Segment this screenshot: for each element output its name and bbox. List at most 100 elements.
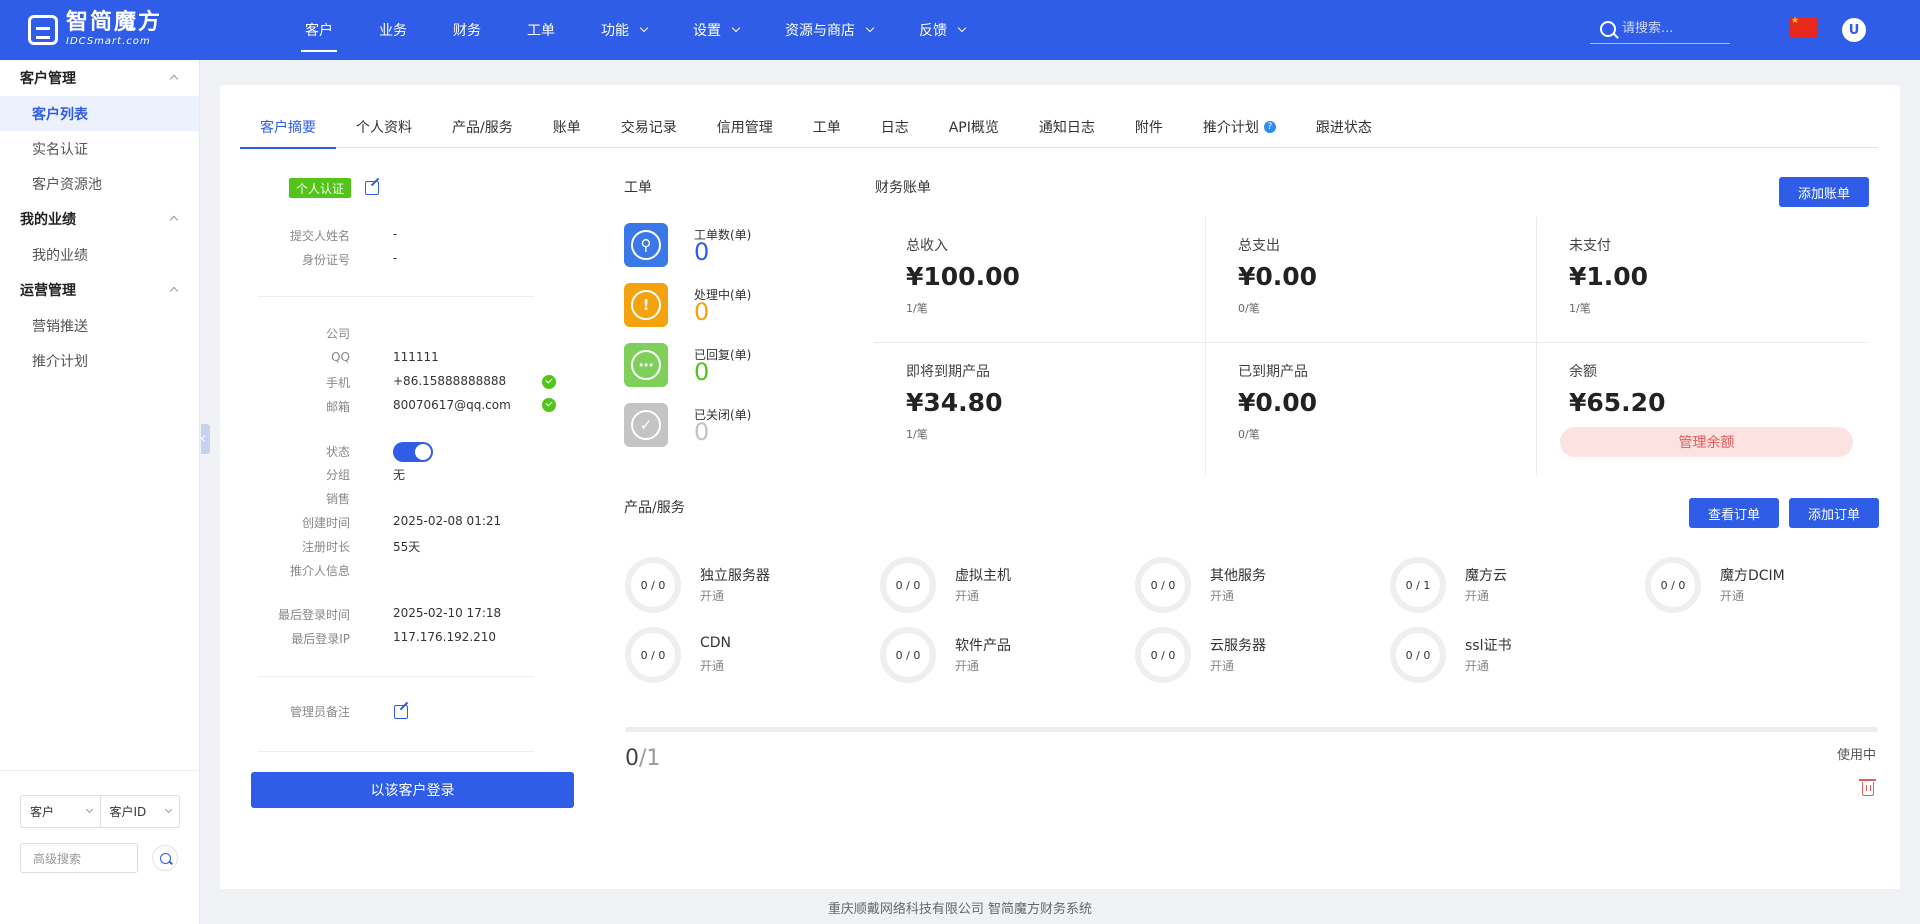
manage-balance-button[interactable]: 管理余额 [1560,427,1853,457]
sidebar-item-0-2[interactable]: 客户资源池 [0,166,199,201]
tab-6[interactable]: 工单 [793,105,861,148]
group-label: 分组 [325,468,350,482]
divider [1536,217,1537,475]
product-ratio-ring[interactable]: 0 / 0 [625,627,681,683]
chevron-down-icon [865,23,875,33]
user-avatar[interactable]: U [1842,18,1866,42]
tab-9[interactable]: 通知日志 [1019,105,1115,148]
finance-count: 1/笔 [1569,302,1591,315]
sidebar-group-1[interactable]: 我的业绩 [0,201,199,237]
logo[interactable]: 智简魔方 IDCSmart.com [28,12,162,47]
advanced-search-input[interactable]: 高级搜索 [20,843,138,873]
customer-summary-card: 客户摘要 个人资料 产品/服务 账单 交易记录 信用管理 工单 日志 API概览 通知日志 附件 推介… [220,85,1900,889]
tab-8[interactable]: API概览 [929,105,1019,148]
product-ratio-ring[interactable]: 0 / 0 [880,557,936,613]
tab-1[interactable]: 个人资料 [336,105,432,148]
tab-0[interactable]: 客户摘要 [240,105,336,149]
logo-text-en: IDCSmart.com [66,36,151,47]
ticket-stat-count[interactable]: 0 [694,418,709,446]
group-value: 无 [393,468,406,482]
product-status: 开通 [955,659,980,673]
chevron-down-icon [639,23,649,33]
add-bill-button[interactable]: 添加账单 [1779,177,1869,207]
nav-item-6[interactable]: 资源与商店 [785,0,875,60]
tab-10[interactable]: 附件 [1115,105,1183,148]
sidebar-group-2[interactable]: 运营管理 [0,272,199,308]
nav-item-4[interactable]: 功能 [601,0,649,60]
sidebar-item-0-1[interactable]: 实名认证 [0,131,199,166]
tickets-title: 工单 [624,180,652,196]
nav-item-2[interactable]: 财务 [453,0,481,60]
product-ratio-ring[interactable]: 0 / 0 [880,627,936,683]
divider [1205,217,1206,475]
search-field-select[interactable]: 客户ID [99,796,180,827]
created-label: 创建时间 [301,516,350,530]
login-as-customer-button[interactable]: 以该客户登录 [251,772,574,808]
nav-item-5[interactable]: 设置 [693,0,741,60]
tab-label: API概览 [948,119,999,136]
global-search[interactable] [1590,14,1730,44]
last-ip-value: 117.176.192.210 [393,630,497,644]
sidebar-item-0-0[interactable]: 客户列表 [0,96,199,131]
nav-item-7[interactable]: 反馈 [919,0,967,60]
ticket-stat-count[interactable]: 0 [694,298,709,326]
tab-7[interactable]: 日志 [861,105,929,148]
sidebar-collapse-handle[interactable] [201,424,210,454]
tab-3[interactable]: 账单 [533,105,601,148]
product-ratio-ring[interactable]: 0 / 0 [1645,557,1701,613]
phone-value: +86.15888888888 [393,374,507,388]
sidebar-item-2-0[interactable]: 营销推送 [0,308,199,343]
created-value: 2025-02-08 01:21 [393,514,502,528]
qq-label: QQ [331,350,350,364]
product-ratio-ring[interactable]: 0 / 0 [1135,557,1191,613]
nav-item-1[interactable]: 业务 [379,0,407,60]
logo-text-cn: 智简魔方 [66,10,163,35]
finance-label: 总收入 [906,238,948,254]
chevron-up-icon [169,74,179,84]
finance-count: 1/笔 [906,302,928,315]
nav-item-0[interactable]: 客户 [301,0,337,60]
trash-icon[interactable] [1859,779,1876,796]
product-ratio-ring[interactable]: 0 / 1 [1390,557,1446,613]
nav-item-3[interactable]: 工单 [527,0,555,60]
edit-note-icon[interactable] [394,705,408,719]
product-name: ssl证书 [1465,638,1512,654]
product-status: 开通 [1210,589,1235,603]
admin-note-label: 管理员备注 [289,705,350,719]
email-value: 80070617@qq.com [393,398,511,412]
advanced-search-button[interactable] [152,845,178,871]
nav-item-label: 功能 [601,23,629,39]
ticket-stat-count[interactable]: 0 [694,358,709,386]
product-ratio-ring[interactable]: 0 / 0 [1390,627,1446,683]
help-icon[interactable]: ? [1263,120,1276,133]
last-login-label: 最后登录时间 [277,608,350,622]
product-ratio-ring[interactable]: 0 / 0 [625,557,681,613]
product-name: 魔方云 [1465,568,1507,584]
sidebar-group-0[interactable]: 客户管理 [0,60,199,96]
tab-label: 工单 [812,119,841,136]
tab-4[interactable]: 交易记录 [601,105,697,148]
tab-11[interactable]: 推介计划? [1183,105,1296,148]
email-label: 邮箱 [325,400,350,414]
china-flag-icon[interactable] [1789,16,1817,37]
customer-type-select[interactable]: 客户 [21,796,100,827]
sidebar-item-1-0[interactable]: 我的业绩 [0,237,199,272]
status-toggle[interactable] [393,442,433,462]
sidebar-item-2-1[interactable]: 推介计划 [0,343,199,378]
search-input[interactable] [1622,21,1722,36]
search-icon [1600,20,1616,37]
edit-cert-icon[interactable] [365,181,379,195]
ticket-stat-count[interactable]: 0 [694,238,709,266]
add-order-button[interactable]: 添加订单 [1789,498,1879,528]
nav-item-label: 设置 [693,23,721,39]
tab-12[interactable]: 跟进状态 [1296,105,1392,148]
sidebar: 客户管理 客户列表 实名认证 客户资源池 我的业绩 我的业绩 运营管理 营销推送 推介计划 客户… [0,60,200,924]
view-orders-button[interactable]: 查看订单 [1689,498,1779,528]
finance-label: 总支出 [1238,238,1280,254]
tab-2[interactable]: 产品/服务 [432,105,533,148]
product-ratio-ring[interactable]: 0 / 0 [1135,627,1191,683]
customer-type-value: 客户 [30,805,55,819]
finance-count: 0/笔 [1238,302,1260,315]
reg-duration-value: 55天 [393,540,421,554]
tab-5[interactable]: 信用管理 [697,105,793,148]
